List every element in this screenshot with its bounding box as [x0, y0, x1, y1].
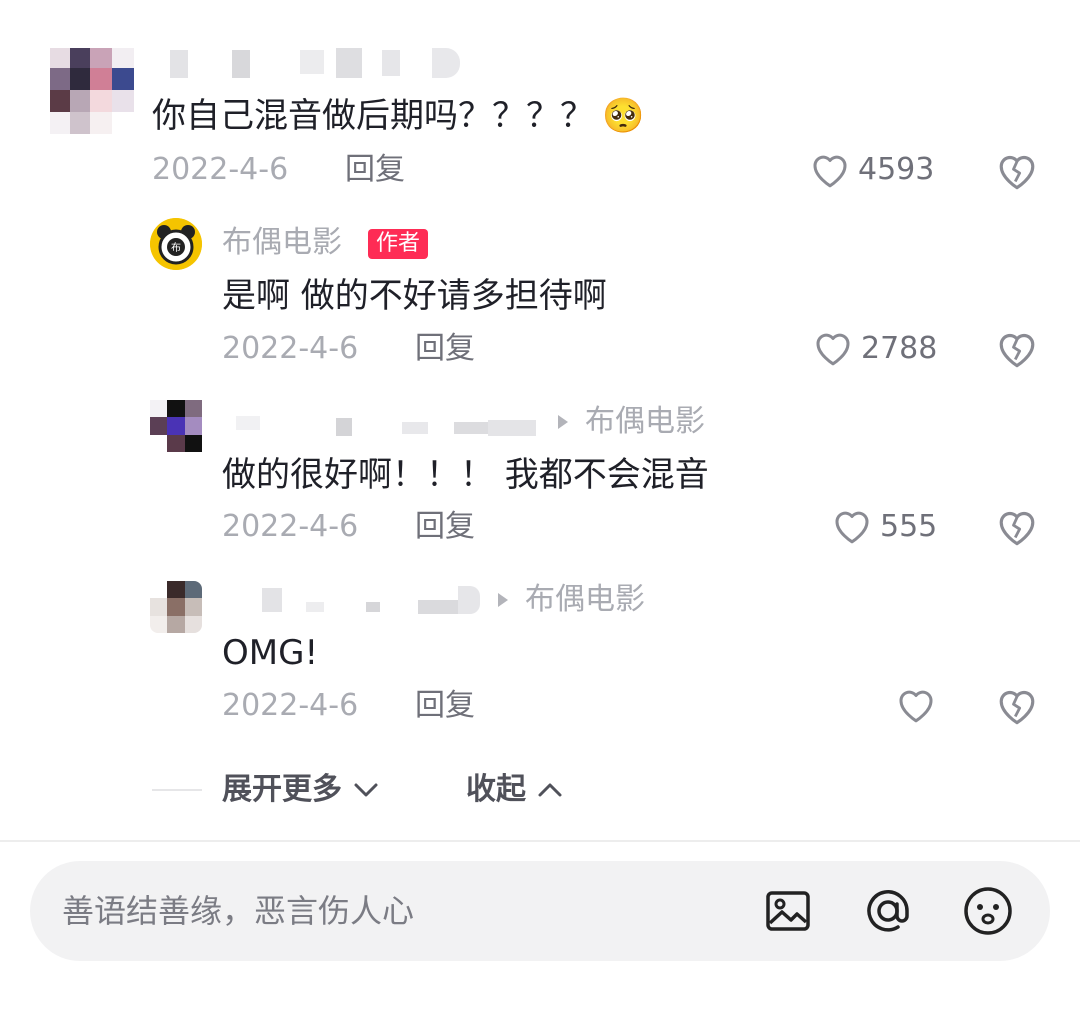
chevron-down-icon — [352, 773, 380, 809]
pleading-face-emoji: 🥺 — [602, 96, 645, 136]
comment-date: 2022-4-6 — [152, 152, 289, 187]
collapse-button[interactable]: 收起 — [466, 772, 564, 809]
author-username[interactable]: 布偶电影 — [222, 225, 342, 261]
thread-divider-line — [152, 789, 202, 791]
expand-more-button[interactable]: 展开更多 — [222, 772, 380, 809]
reply-date: 2022-4-6 — [222, 331, 359, 366]
author-badge: 作者 — [368, 229, 429, 259]
reply-text: OMG! — [222, 633, 319, 673]
reply-arrow-icon — [556, 414, 570, 430]
reply-arrow-icon — [496, 592, 510, 608]
image-icon[interactable] — [764, 887, 812, 935]
comment-input-bar[interactable]: 善语结善缘，恶言伤人心 — [30, 861, 1050, 961]
like-count: 555 — [880, 509, 938, 544]
broken-heart-icon[interactable] — [996, 507, 1038, 547]
reply-button[interactable]: 回复 — [415, 509, 475, 545]
chevron-up-icon — [536, 773, 564, 809]
like-count: 4593 — [858, 152, 935, 187]
username-blurred[interactable] — [222, 584, 492, 616]
emoji-icon[interactable] — [962, 885, 1014, 937]
avatar[interactable] — [50, 48, 134, 134]
panda-logo-icon: 布 — [150, 218, 202, 270]
author-avatar[interactable]: 布 — [150, 218, 202, 270]
username-blurred[interactable] — [222, 406, 552, 438]
at-icon[interactable] — [862, 885, 914, 937]
avatar[interactable] — [150, 400, 202, 452]
comment-input-placeholder[interactable]: 善语结善缘，恶言伤人心 — [62, 891, 414, 931]
reply-button[interactable]: 回复 — [415, 331, 475, 367]
input-divider — [0, 840, 1080, 842]
reply-to-username[interactable]: 布偶电影 — [585, 404, 705, 440]
heart-icon[interactable] — [896, 686, 936, 724]
reply-date: 2022-4-6 — [222, 688, 359, 723]
like-count: 2788 — [861, 331, 938, 366]
reply-text: 是啊 做的不好请多担待啊 — [222, 276, 607, 316]
comment-text: 你自己混音做后期吗？？？？ 🥺 — [152, 96, 645, 136]
broken-heart-icon[interactable] — [996, 686, 1038, 726]
svg-text:布: 布 — [171, 242, 181, 254]
reply-date: 2022-4-6 — [222, 509, 359, 544]
broken-heart-icon[interactable] — [996, 329, 1038, 369]
heart-icon[interactable] — [813, 329, 853, 367]
broken-heart-icon[interactable] — [996, 151, 1038, 191]
reply-button[interactable]: 回复 — [415, 688, 475, 724]
reply-text: 做的很好啊！！！ 我都不会混音 — [222, 455, 709, 495]
username-blurred[interactable] — [160, 46, 470, 80]
heart-icon[interactable] — [810, 151, 850, 189]
reply-to-username[interactable]: 布偶电影 — [525, 582, 645, 618]
avatar[interactable] — [150, 581, 202, 633]
reply-button[interactable]: 回复 — [345, 152, 405, 188]
heart-icon[interactable] — [832, 507, 872, 545]
